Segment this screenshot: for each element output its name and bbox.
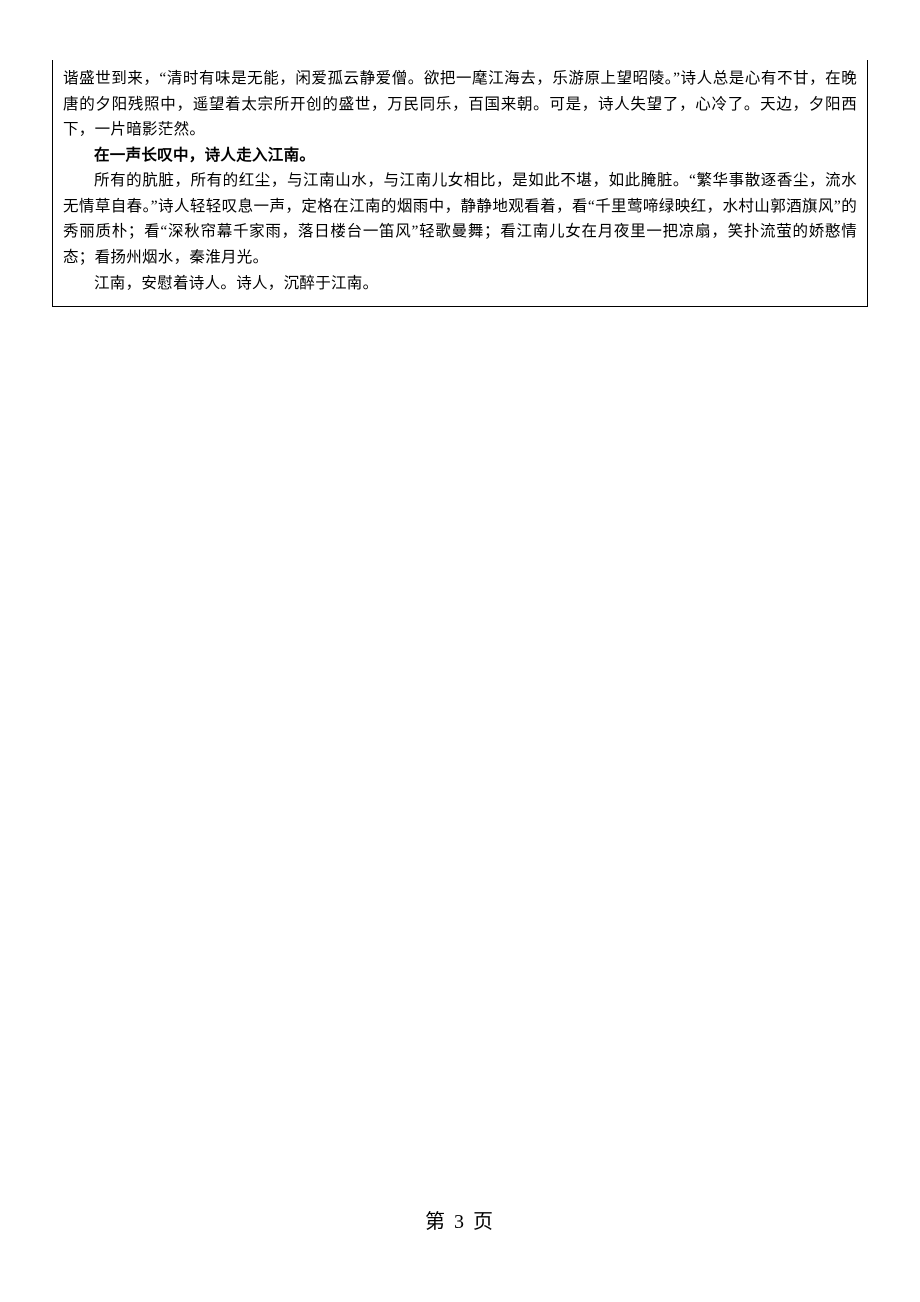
page-number: 第 3 页 (0, 1205, 920, 1234)
paragraph-continuation: 谐盛世到来，“清时有味是无能，闲爱孤云静爱僧。欲把一麾江海去，乐游原上望昭陵。”… (63, 66, 857, 143)
document-content-box: 谐盛世到来，“清时有味是无能，闲爱孤云静爱僧。欲把一麾江海去，乐游原上望昭陵。”… (52, 60, 868, 307)
paragraph-bold-heading: 在一声长叹中，诗人走入江南。 (63, 143, 857, 169)
paragraph-body-2: 江南，安慰着诗人。诗人，沉醉于江南。 (63, 271, 857, 297)
paragraph-body-1: 所有的肮脏，所有的红尘，与江南山水，与江南儿女相比，是如此不堪，如此腌脏。“繁华… (63, 168, 857, 270)
